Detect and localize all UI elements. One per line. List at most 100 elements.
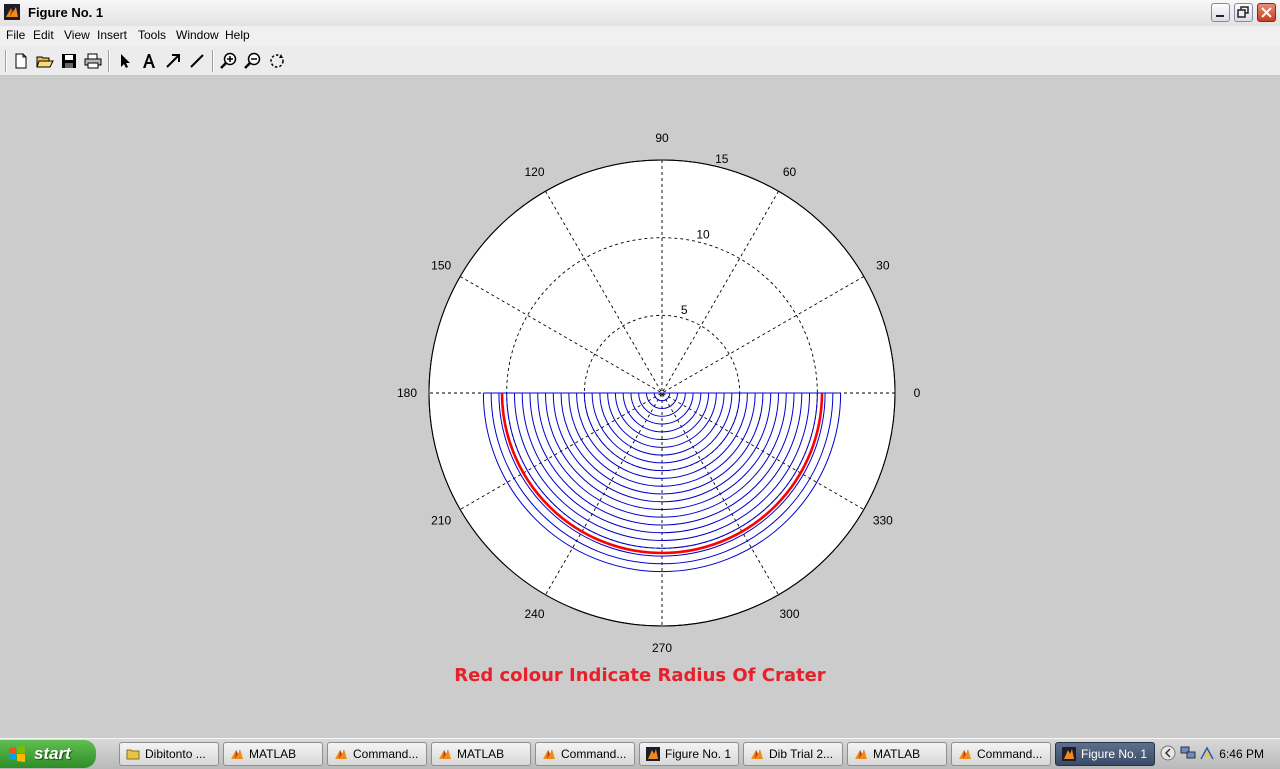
angle-tick-label: 270 xyxy=(652,641,672,655)
taskbar-button[interactable]: Command... xyxy=(535,742,635,766)
matlab-figure-icon xyxy=(1062,747,1076,761)
angle-tick-label: 180 xyxy=(397,386,417,400)
start-button[interactable]: start xyxy=(0,740,96,768)
menu-edit[interactable]: Edit xyxy=(33,28,54,42)
edit-plot-arrow-icon xyxy=(121,54,130,68)
taskbar-button-label: Dibitonto ... xyxy=(145,747,206,761)
radial-tick-label: 15 xyxy=(715,152,729,166)
insert-text-button[interactable] xyxy=(138,50,160,72)
taskbar-button-label: Figure No. 1 xyxy=(1081,747,1148,761)
angle-tick-label: 240 xyxy=(524,607,544,621)
toolbar-grip xyxy=(5,50,7,72)
taskbar-button-label: MATLAB xyxy=(249,747,297,761)
menu-view[interactable]: View xyxy=(64,28,90,42)
edit-plot-button[interactable] xyxy=(114,50,136,72)
taskbar: start Dibitonto ... MATLAB Command... MATLA… xyxy=(0,738,1280,769)
window-title: Figure No. 1 xyxy=(28,5,104,20)
menu-tools[interactable]: Tools xyxy=(138,28,166,42)
print-icon xyxy=(84,53,102,69)
taskbar-button-label: Command... xyxy=(353,747,419,761)
matlab-figure-icon xyxy=(646,747,660,761)
taskbar-button[interactable]: Dib Trial 2... xyxy=(743,742,843,766)
open-file-icon xyxy=(36,56,54,68)
toolbar-separator xyxy=(212,50,214,72)
close-button[interactable] xyxy=(1257,3,1276,22)
figure-toolbar xyxy=(0,46,1280,76)
restore-icon xyxy=(1237,6,1249,18)
taskbar-button-label: Command... xyxy=(977,747,1043,761)
radial-tick-label: 5 xyxy=(681,303,688,317)
plot-caption: Red colour Indicate Radius Of Crater xyxy=(454,665,826,686)
insert-text-icon xyxy=(143,54,155,68)
network-icon[interactable] xyxy=(1180,745,1196,761)
system-tray: 6:46 PM xyxy=(1160,742,1278,766)
tray-expand-icon[interactable] xyxy=(1160,745,1176,761)
taskbar-button[interactable]: MATLAB xyxy=(431,742,531,766)
matlab-icon xyxy=(855,749,867,759)
angle-tick-label: 210 xyxy=(431,514,451,528)
polar-plot: 0 30 60 90 120 150 180 210 240 270 300 330 5 10 15 xyxy=(397,131,921,655)
clock: 6:46 PM xyxy=(1219,747,1264,761)
matlab-icon xyxy=(231,749,243,759)
matlab-icon xyxy=(543,749,555,759)
rotate-3d-button[interactable] xyxy=(266,50,288,72)
print-button[interactable] xyxy=(82,50,104,72)
taskbar-button-label: Dib Trial 2... xyxy=(769,747,834,761)
new-figure-button[interactable] xyxy=(10,50,32,72)
windows-flag-icon xyxy=(9,746,25,762)
start-label: start xyxy=(34,744,71,763)
angle-tick-label: 150 xyxy=(431,259,451,273)
rotate-3d-icon xyxy=(270,54,284,68)
taskbar-button[interactable]: Dibitonto ... xyxy=(119,742,219,766)
menu-insert[interactable]: Insert xyxy=(97,28,127,42)
menu-file[interactable]: File xyxy=(6,28,25,42)
matlab-figure-icon xyxy=(4,4,20,20)
menu-bar: File Edit View Insert Tools Window Help xyxy=(0,26,1280,46)
matlab-icon xyxy=(751,749,763,759)
taskbar-button[interactable]: MATLAB xyxy=(223,742,323,766)
save-icon xyxy=(62,54,76,68)
taskbar-button[interactable]: Command... xyxy=(327,742,427,766)
angle-tick-label: 0 xyxy=(914,386,921,400)
angle-tick-label: 90 xyxy=(655,131,669,145)
menu-help[interactable]: Help xyxy=(225,28,250,42)
angle-tick-label: 330 xyxy=(873,514,893,528)
taskbar-button[interactable]: Figure No. 1 xyxy=(1055,742,1155,766)
minimize-icon xyxy=(1216,15,1224,17)
taskbar-button-label: MATLAB xyxy=(457,747,505,761)
folder-icon xyxy=(126,749,140,760)
toolbar-separator xyxy=(108,50,110,72)
taskbar-button-label: MATLAB xyxy=(873,747,921,761)
angle-tick-label: 300 xyxy=(779,607,799,621)
zoom-out-icon xyxy=(244,52,261,69)
insert-line-icon xyxy=(190,54,204,68)
taskbar-button-label: Figure No. 1 xyxy=(665,747,732,761)
minimize-button[interactable] xyxy=(1211,3,1230,22)
insert-line-button[interactable] xyxy=(186,50,208,72)
figure-canvas: 0 30 60 90 120 150 180 210 240 270 300 330 5 10 15 Red… xyxy=(0,76,1280,734)
radial-tick-label: 10 xyxy=(696,227,710,241)
taskbar-button[interactable]: Figure No. 1 xyxy=(639,742,739,766)
zoom-in-icon xyxy=(220,52,237,69)
insert-arrow-icon xyxy=(166,54,180,68)
zoom-out-button[interactable] xyxy=(242,50,264,72)
angle-tick-label: 30 xyxy=(876,259,890,273)
matlab-icon xyxy=(335,749,347,759)
taskbar-button[interactable]: Command... xyxy=(951,742,1051,766)
menu-window[interactable]: Window xyxy=(176,28,219,42)
open-file-button[interactable] xyxy=(34,50,56,72)
taskbar-button[interactable]: MATLAB xyxy=(847,742,947,766)
zoom-in-button[interactable] xyxy=(218,50,240,72)
angle-tick-label: 60 xyxy=(783,165,797,179)
matlab-icon xyxy=(959,749,971,759)
angle-tick-label: 120 xyxy=(524,165,544,179)
restore-button[interactable] xyxy=(1234,3,1253,22)
connection-icon[interactable] xyxy=(1199,745,1215,761)
close-icon xyxy=(1261,7,1272,18)
matlab-icon xyxy=(439,749,451,759)
save-button[interactable] xyxy=(58,50,80,72)
taskbar-button-label: Command... xyxy=(561,747,627,761)
window-title-bar: Figure No. 1 xyxy=(0,0,1280,27)
insert-arrow-button[interactable] xyxy=(162,50,184,72)
new-figure-icon xyxy=(15,53,27,69)
